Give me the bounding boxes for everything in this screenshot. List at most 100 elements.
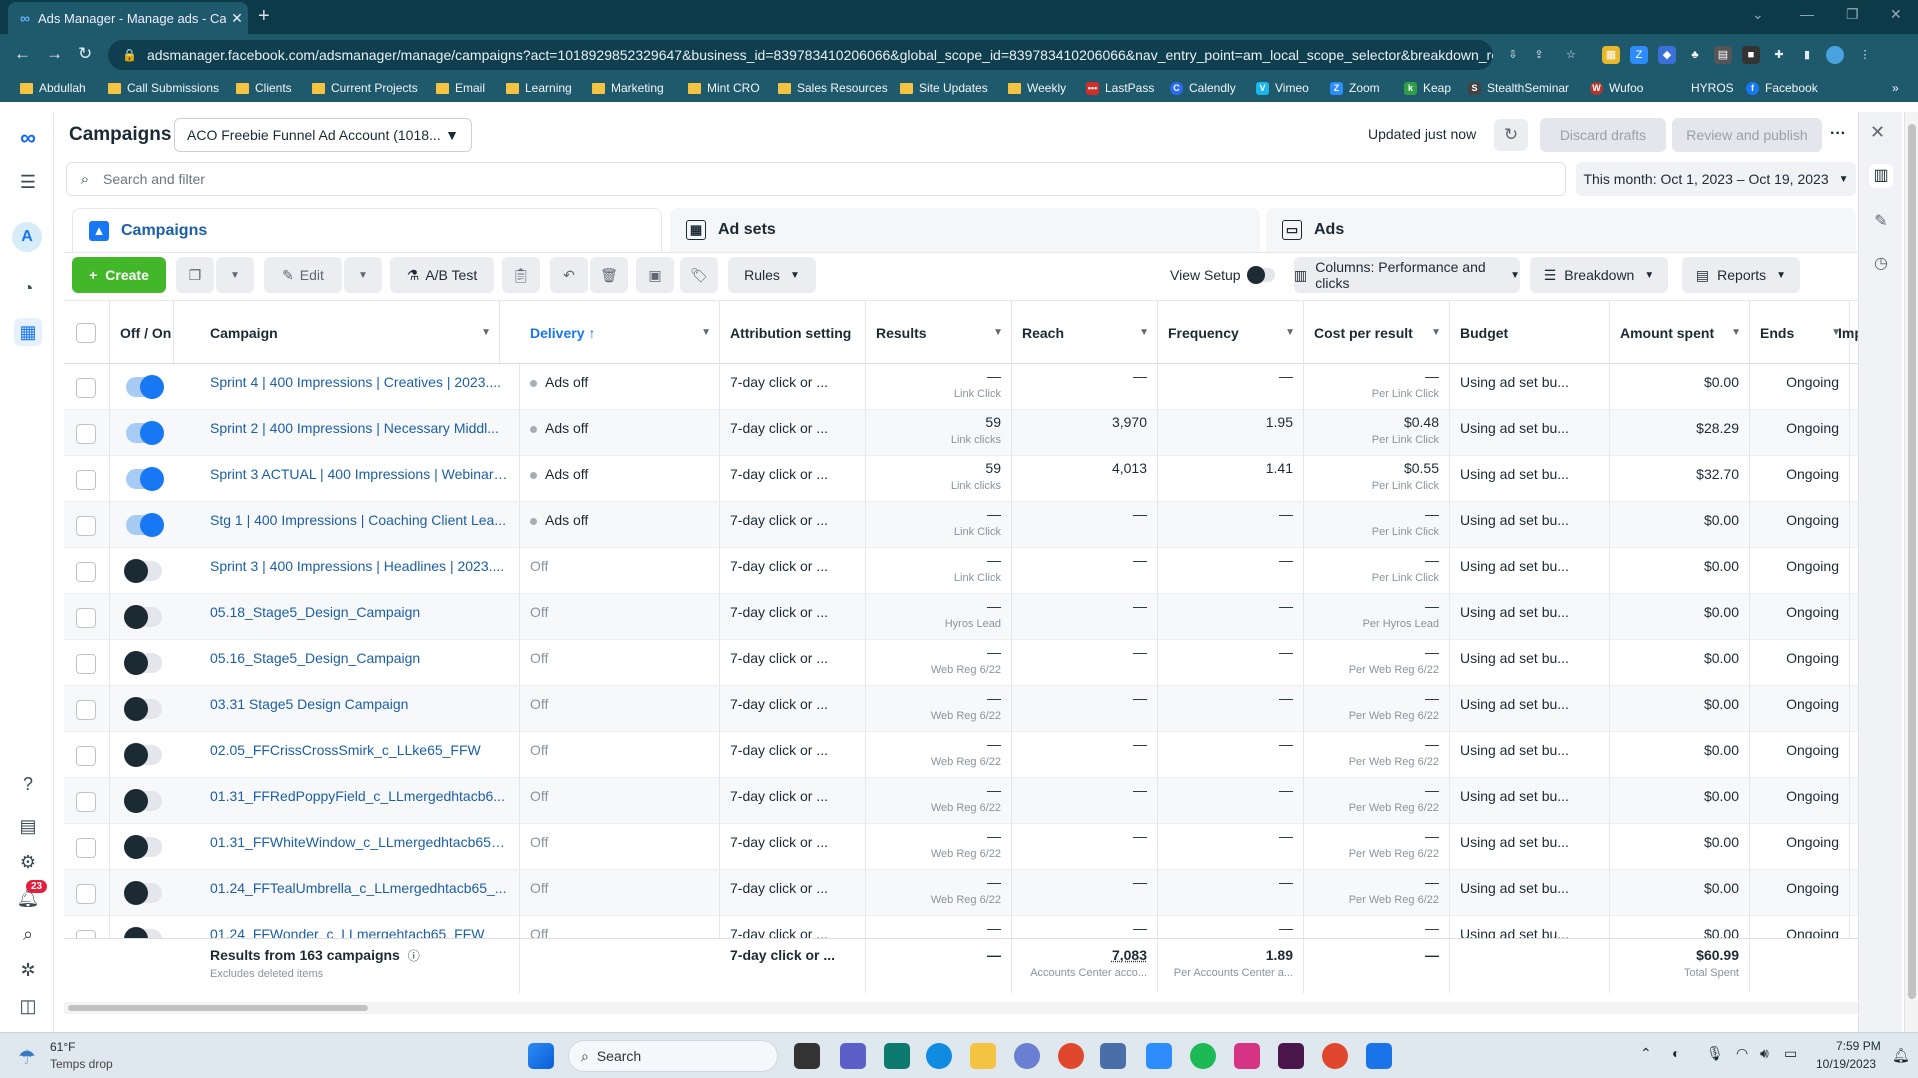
row-checkbox[interactable] bbox=[76, 470, 96, 490]
row-checkbox[interactable] bbox=[76, 378, 96, 398]
sidepanel-icon[interactable]: ▮ bbox=[1798, 46, 1816, 64]
bookmark-folder[interactable]: Site Updates bbox=[900, 81, 988, 95]
campaign-name-link[interactable]: Sprint 2 | 400 Impressions | Necessary M… bbox=[200, 410, 520, 456]
bookmark-link[interactable]: V Vimeo bbox=[1256, 81, 1309, 95]
scrollbar-thumb[interactable] bbox=[1908, 124, 1916, 999]
task-view-icon[interactable] bbox=[794, 1043, 820, 1069]
table-row[interactable]: Sprint 3 | 400 Impressions | Headlines |… bbox=[64, 548, 1858, 594]
browser-tab[interactable]: ∞ Ads Manager - Manage ads - Ca ✕ bbox=[8, 2, 248, 34]
col-results[interactable]: Results ▼ bbox=[866, 301, 1012, 365]
table-row[interactable]: Stg 1 | 400 Impressions | Coaching Clien… bbox=[64, 502, 1858, 548]
clipboard-button[interactable]: 📋︎ bbox=[502, 257, 540, 293]
bookmark-link[interactable]: Z Zoom bbox=[1330, 81, 1380, 95]
window-close-icon[interactable]: ✕ bbox=[1890, 6, 1902, 23]
col-off-on[interactable]: Off / On bbox=[110, 301, 174, 365]
notification-icon[interactable]: 🔔︎ bbox=[1892, 1047, 1910, 1064]
account-selector[interactable]: ACO Freebie Funnel Ad Account (1018... ▼ bbox=[174, 118, 472, 152]
chart-icon[interactable]: ▥ bbox=[1869, 164, 1893, 188]
app-icon[interactable] bbox=[1234, 1043, 1260, 1069]
campaign-name-link[interactable]: 01.31_FFRedPoppyField_c_LLmergedhtacb6..… bbox=[200, 778, 520, 824]
col-amount-spent[interactable]: Amount spent ▼ bbox=[1610, 301, 1750, 365]
duplicate-dropdown-button[interactable]: ▼ bbox=[216, 257, 254, 293]
wifi-icon[interactable]: ◠ bbox=[1736, 1045, 1748, 1062]
restore-icon[interactable]: ❐ bbox=[1846, 6, 1859, 23]
chrome-icon[interactable] bbox=[1058, 1043, 1084, 1069]
bookmark-star-icon[interactable]: ☆ bbox=[1562, 46, 1580, 64]
view-setup-toggle[interactable]: View Setup bbox=[1170, 266, 1275, 284]
tab-ads[interactable]: ▭ Ads bbox=[1266, 208, 1856, 252]
campaign-toggle[interactable] bbox=[124, 605, 162, 629]
edit-button[interactable]: ✎ Edit bbox=[264, 257, 342, 293]
browser-menu-icon[interactable]: ⋮ bbox=[1856, 46, 1874, 64]
bug-report-icon[interactable]: ✲ bbox=[14, 956, 42, 984]
campaign-name-link[interactable]: 05.16_Stage5_Design_Campaign bbox=[200, 640, 520, 686]
bookmark-link[interactable]: k Keap bbox=[1404, 81, 1451, 95]
row-checkbox[interactable] bbox=[76, 884, 96, 904]
zoom-extension-icon[interactable]: Z bbox=[1630, 46, 1648, 64]
row-checkbox[interactable] bbox=[76, 516, 96, 536]
settings-gear-icon[interactable]: ⚙ bbox=[14, 848, 42, 876]
search-filter-bar[interactable]: ⌕ Search and filter bbox=[66, 162, 1566, 196]
table-row[interactable]: 02.05_FFCrissCrossSmirk_c_LLke65_FFW Off 7… bbox=[64, 732, 1858, 778]
delete-button[interactable]: 🗑︎ bbox=[590, 257, 628, 293]
bookmark-folder[interactable]: Weekly bbox=[1008, 81, 1066, 95]
taskbar-search[interactable]: ⌕ Search bbox=[568, 1040, 778, 1072]
panel-toggle-icon[interactable]: ◫ bbox=[14, 992, 42, 1020]
tab-campaigns[interactable]: ▲ Campaigns bbox=[72, 208, 662, 252]
ab-test-button[interactable]: ⚗ A/B Test bbox=[390, 257, 494, 293]
battery-icon[interactable]: ▭ bbox=[1784, 1045, 1797, 1062]
bookmark-folder[interactable]: Abdullah bbox=[20, 81, 86, 95]
info-icon[interactable]: ⓘ bbox=[408, 949, 420, 963]
campaign-toggle[interactable] bbox=[126, 421, 164, 445]
table-row[interactable]: 01.24_FFTealUmbrella_c_LLmergedhtacb65_.… bbox=[64, 870, 1858, 916]
bookmark-link[interactable]: W Wufoo bbox=[1590, 81, 1643, 95]
extension-icon[interactable]: ♣ bbox=[1686, 46, 1704, 64]
col-attribution[interactable]: Attribution setting bbox=[720, 301, 866, 365]
row-checkbox[interactable] bbox=[76, 562, 96, 582]
app-icon[interactable] bbox=[1366, 1043, 1392, 1069]
campaign-toggle[interactable] bbox=[126, 467, 164, 491]
campaign-name-link[interactable]: Sprint 3 | 400 Impressions | Headlines |… bbox=[200, 548, 520, 594]
campaign-toggle[interactable] bbox=[124, 697, 162, 721]
history-clock-icon[interactable]: ◷ bbox=[1869, 252, 1893, 276]
col-impressions[interactable]: Impre bbox=[1828, 301, 1858, 365]
select-all-checkbox[interactable] bbox=[76, 323, 96, 343]
more-options-icon[interactable]: ··· bbox=[1830, 125, 1846, 143]
vertical-scrollbar[interactable] bbox=[1904, 112, 1918, 1032]
table-row[interactable]: 03.31 Stage5 Design Campaign Off 7-day cli… bbox=[64, 686, 1858, 732]
table-row[interactable]: 01.31_FFRedPoppyField_c_LLmergedhtacb6..… bbox=[64, 778, 1858, 824]
extension-icon[interactable]: ■ bbox=[1742, 46, 1760, 64]
account-avatar[interactable]: A bbox=[12, 222, 42, 252]
edit-pencil-icon[interactable]: ✎ bbox=[1869, 210, 1893, 234]
gauge-icon[interactable]: ◔ bbox=[14, 274, 42, 302]
rules-button[interactable]: Rules ▼ bbox=[728, 257, 816, 293]
campaign-toggle[interactable] bbox=[124, 789, 162, 813]
teams-chat-icon[interactable] bbox=[840, 1043, 866, 1069]
forward-icon[interactable]: → bbox=[46, 44, 63, 64]
profile-avatar[interactable] bbox=[1826, 46, 1844, 64]
preview-button[interactable]: ▣ bbox=[636, 257, 674, 293]
col-campaign[interactable]: Campaign ▼ bbox=[200, 301, 500, 365]
create-button[interactable]: + Create bbox=[72, 257, 166, 293]
date-range-picker[interactable]: This month: Oct 1, 2023 – Oct 19, 2023 ▼ bbox=[1576, 162, 1856, 196]
bookmark-link[interactable]: S StealthSeminar bbox=[1468, 81, 1569, 95]
calculator-icon[interactable] bbox=[1100, 1043, 1126, 1069]
row-checkbox[interactable] bbox=[76, 792, 96, 812]
campaign-toggle[interactable] bbox=[124, 651, 162, 675]
campaign-name-link[interactable]: 01.31_FFWhiteWindow_c_LLmergedhtacb65_..… bbox=[200, 824, 520, 870]
review-publish-button[interactable]: Review and publish bbox=[1672, 118, 1822, 152]
bookmark-folder[interactable]: Call Submissions bbox=[108, 81, 219, 95]
reports-button[interactable]: ▤ Reports ▼ bbox=[1682, 257, 1800, 293]
bookmark-folder[interactable]: Email bbox=[436, 81, 485, 95]
extensions-puzzle-icon[interactable]: ✚ bbox=[1770, 46, 1788, 64]
documents-icon[interactable]: ▤ bbox=[14, 812, 42, 840]
col-budget[interactable]: Budget bbox=[1450, 301, 1610, 365]
tray-icon[interactable]: ◐ bbox=[1672, 1045, 1680, 1061]
slack-icon[interactable] bbox=[1278, 1043, 1304, 1069]
campaign-name-link[interactable]: Sprint 4 | 400 Impressions | Creatives |… bbox=[200, 364, 520, 410]
tab-ad-sets[interactable]: ▦ Ad sets bbox=[670, 208, 1260, 252]
edit-dropdown-button[interactable]: ▼ bbox=[344, 257, 382, 293]
back-icon[interactable]: ← bbox=[14, 44, 31, 64]
campaign-name-link[interactable]: Stg 1 | 400 Impressions | Coaching Clien… bbox=[200, 502, 520, 548]
table-row[interactable]: 05.16_Stage5_Design_Campaign Off 7-day cli… bbox=[64, 640, 1858, 686]
